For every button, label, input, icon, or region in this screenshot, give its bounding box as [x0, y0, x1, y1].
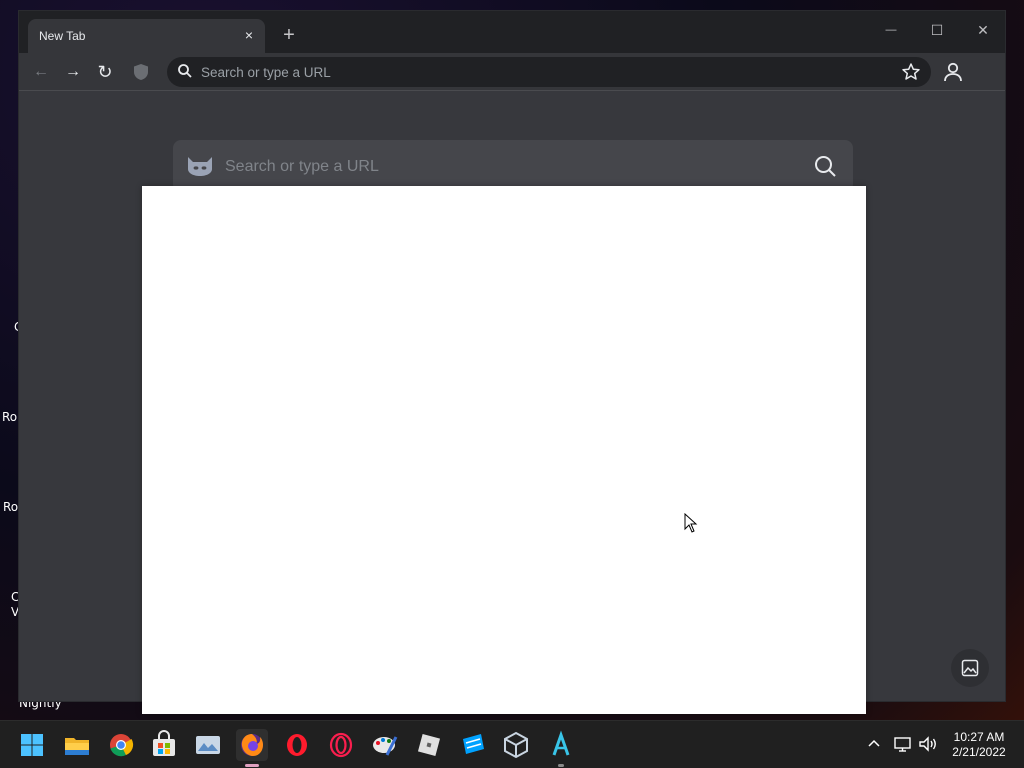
volume-icon[interactable]: [918, 735, 938, 756]
minimize-button[interactable]: —: [871, 17, 911, 43]
maximize-button[interactable]: ☐: [917, 17, 957, 43]
new-tab-search-box[interactable]: Search or type a URL: [173, 140, 853, 192]
microsoft-store-icon[interactable]: [148, 729, 180, 761]
forward-button[interactable]: →: [59, 59, 87, 85]
roblox-studio-icon[interactable]: [457, 729, 489, 761]
running-app-indicator: [558, 764, 564, 767]
network-icon[interactable]: [893, 735, 913, 756]
tab-close-icon[interactable]: ×: [241, 26, 257, 44]
arc-icon[interactable]: [545, 729, 577, 767]
active-app-indicator: [245, 764, 259, 767]
start-button[interactable]: [16, 729, 48, 761]
desktop-icon-label[interactable]: Ro: [3, 500, 18, 514]
back-button[interactable]: ←: [27, 59, 55, 85]
shield-icon[interactable]: [127, 59, 155, 85]
taskbar: 10:27 AM 2/21/2022: [0, 720, 1024, 768]
image-icon: [961, 659, 979, 677]
browser-logo-icon: [188, 157, 212, 176]
reload-button[interactable]: ↻: [91, 59, 119, 85]
address-bar-placeholder: Search or type a URL: [201, 65, 331, 80]
paint-icon[interactable]: [369, 729, 401, 761]
customize-background-button[interactable]: [951, 649, 989, 687]
firefox-nightly-icon[interactable]: [236, 729, 268, 767]
chrome-icon[interactable]: [105, 729, 137, 761]
new-tab-button[interactable]: +: [278, 24, 300, 46]
system-clock[interactable]: 10:27 AM 2/21/2022: [944, 730, 1014, 760]
address-bar[interactable]: Search or type a URL: [167, 57, 931, 87]
search-icon[interactable]: [813, 154, 837, 178]
blank-popup-window[interactable]: [142, 186, 866, 714]
opera-icon[interactable]: [281, 729, 313, 761]
toolbar: ← → ↻ Search or type a URL: [19, 53, 1005, 91]
tab-title: New Tab: [39, 29, 86, 43]
file-explorer-icon[interactable]: [61, 729, 93, 761]
roblox-icon[interactable]: [413, 729, 445, 761]
show-hidden-icons-chevron-icon[interactable]: [866, 735, 882, 754]
profile-icon[interactable]: [941, 60, 965, 84]
search-icon: [178, 64, 192, 78]
clock-time: 10:27 AM: [953, 730, 1005, 744]
title-bar: New Tab × + — ☐ ✕: [19, 11, 1005, 53]
photos-icon[interactable]: [192, 729, 224, 761]
bookmark-star-icon[interactable]: [901, 62, 921, 82]
virtualbox-icon[interactable]: [500, 729, 532, 761]
tab-new-tab[interactable]: New Tab ×: [28, 19, 265, 53]
opera-gx-icon[interactable]: [325, 729, 357, 761]
mouse-cursor-icon: [684, 513, 698, 533]
new-tab-search-placeholder: Search or type a URL: [225, 158, 379, 175]
close-button[interactable]: ✕: [963, 17, 1003, 43]
clock-date: 2/21/2022: [952, 745, 1006, 759]
